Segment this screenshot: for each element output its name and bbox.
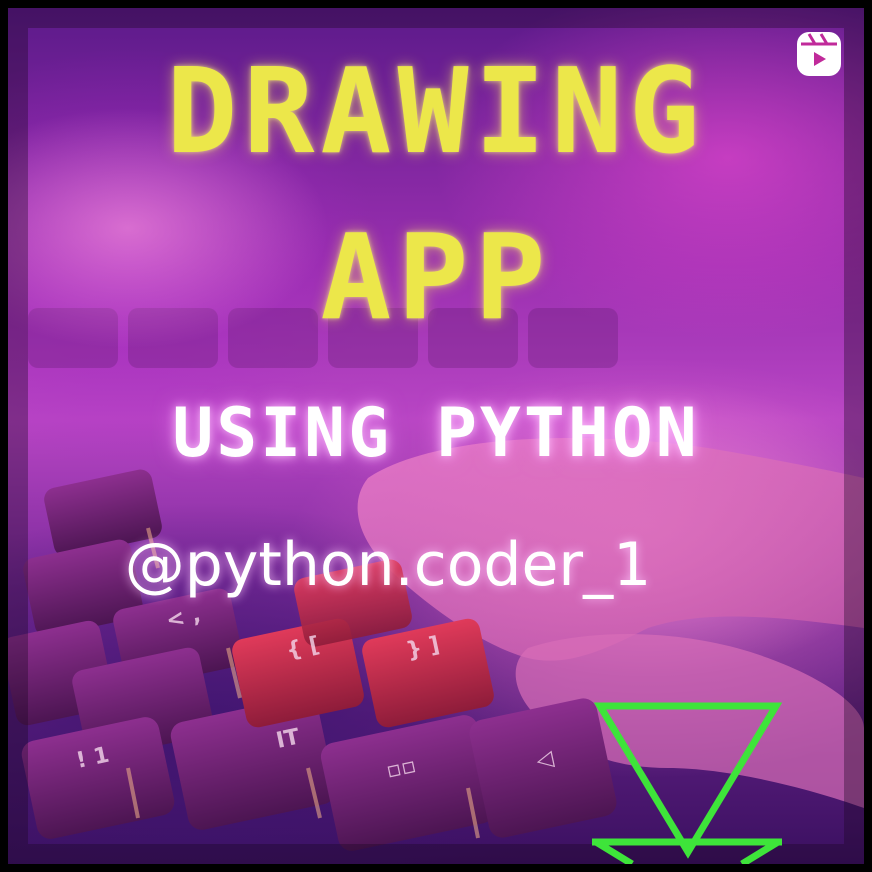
post-image: IT ▫▫ ◁ ! 1 < , { [ } ] DRAWING APP USIN…: [8, 8, 864, 864]
title-drawing: DRAWING: [166, 42, 706, 180]
title-using-python: USING PYTHON: [172, 394, 700, 473]
title-app: APP: [320, 208, 552, 346]
author-handle: @python.coder_1: [124, 530, 652, 600]
green-triangle-logo: [592, 702, 782, 864]
reel-play-icon[interactable]: [795, 30, 843, 78]
